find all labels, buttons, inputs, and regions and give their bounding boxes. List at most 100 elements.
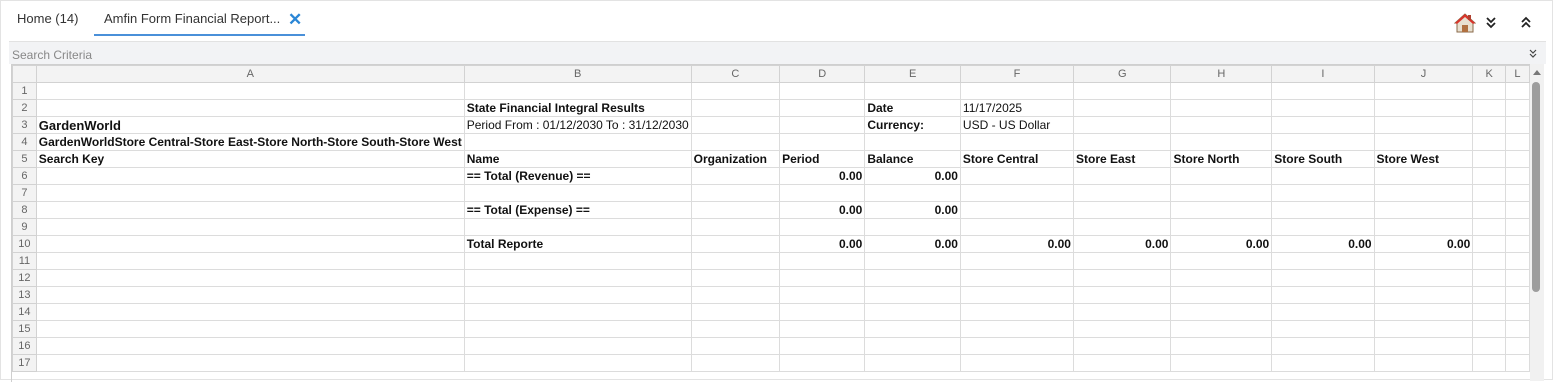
sheet-cell[interactable] <box>35 82 465 100</box>
sheet-cell[interactable] <box>1072 201 1172 219</box>
sheet-cell[interactable] <box>864 320 961 338</box>
sheet-cell[interactable]: 0.00 <box>1170 235 1273 253</box>
sheet-cell[interactable] <box>864 303 961 321</box>
sheet-cell[interactable] <box>1472 184 1506 202</box>
row-header[interactable]: 10 <box>12 235 37 253</box>
column-header[interactable]: D <box>779 65 866 83</box>
sheet-cell[interactable] <box>463 82 692 100</box>
chevrons-up-icon[interactable] <box>1519 12 1541 34</box>
sheet-cell[interactable] <box>1072 337 1172 355</box>
sheet-cell[interactable]: 0.00 <box>959 235 1074 253</box>
sheet-cell[interactable] <box>1072 99 1172 117</box>
sheet-cell[interactable]: Search Key <box>35 150 465 168</box>
sheet-cell[interactable] <box>1472 201 1506 219</box>
row-header[interactable]: 3 <box>12 116 37 134</box>
sheet-cell[interactable] <box>1271 320 1375 338</box>
sheet-cell[interactable]: Store North <box>1170 150 1273 168</box>
close-icon[interactable]: ✕ <box>288 11 302 28</box>
sheet-cell[interactable] <box>35 167 465 185</box>
sheet-cell[interactable] <box>1504 167 1530 185</box>
sheet-cell[interactable]: USD - US Dollar <box>959 116 1074 134</box>
sheet-cell[interactable] <box>1472 82 1506 100</box>
sheet-cell[interactable] <box>1170 218 1273 236</box>
row-header[interactable]: 1 <box>12 82 37 100</box>
sheet-cell[interactable] <box>690 99 781 117</box>
sheet-cell[interactable] <box>463 184 692 202</box>
sheet-cell[interactable] <box>1170 82 1273 100</box>
sheet-cell[interactable] <box>1504 116 1530 134</box>
sheet-cell[interactable] <box>1504 286 1530 304</box>
sheet-cell[interactable] <box>779 320 866 338</box>
sheet-cell[interactable] <box>1472 167 1506 185</box>
sheet-cell[interactable] <box>1170 303 1273 321</box>
row-header[interactable]: 14 <box>12 303 37 321</box>
sheet-cell[interactable] <box>1170 269 1273 287</box>
sheet-cell[interactable]: State Financial Integral Results <box>463 99 692 117</box>
sheet-cell[interactable]: == Total (Revenue) == <box>463 167 692 185</box>
sheet-cell[interactable] <box>779 337 866 355</box>
sheet-cell[interactable]: Balance <box>864 150 961 168</box>
sheet-cell[interactable] <box>779 252 866 270</box>
sheet-cell[interactable] <box>1504 320 1530 338</box>
column-header[interactable]: K <box>1472 65 1506 83</box>
sheet-cell[interactable] <box>1504 184 1530 202</box>
sheet-cell[interactable] <box>1271 184 1375 202</box>
sheet-cell[interactable] <box>690 337 781 355</box>
sheet-cell[interactable]: == Total (Expense) == <box>463 201 692 219</box>
sheet-cell[interactable] <box>1072 82 1172 100</box>
sheet-cell[interactable] <box>463 269 692 287</box>
spreadsheet-grid[interactable]: ABCDEFGHIJKL 1 2 State Financial Integral … <box>11 64 1530 382</box>
search-criteria-bar[interactable]: Search Criteria <box>9 41 1546 64</box>
sheet-cell[interactable] <box>1472 337 1506 355</box>
sheet-cell[interactable] <box>1472 116 1506 134</box>
sheet-cell[interactable]: 0.00 <box>864 167 961 185</box>
row-header[interactable]: 8 <box>12 201 37 219</box>
sheet-cell[interactable] <box>1271 82 1375 100</box>
sheet-cell[interactable] <box>959 303 1074 321</box>
sheet-cell[interactable] <box>1072 133 1172 151</box>
sheet-cell[interactable] <box>1504 269 1530 287</box>
sheet-cell[interactable]: 0.00 <box>864 235 961 253</box>
column-header[interactable]: H <box>1170 65 1273 83</box>
sheet-cell[interactable] <box>1170 252 1273 270</box>
sheet-cell[interactable]: 0.00 <box>1271 235 1375 253</box>
sheet-cell[interactable] <box>1472 133 1506 151</box>
row-header[interactable]: 7 <box>12 184 37 202</box>
sheet-cell[interactable] <box>864 252 961 270</box>
tab-home[interactable]: Home (14) <box>17 11 78 26</box>
sheet-cell[interactable] <box>1170 167 1273 185</box>
sheet-cell[interactable]: 0.00 <box>779 201 866 219</box>
sheet-cell[interactable] <box>779 286 866 304</box>
sheet-cell[interactable] <box>864 286 961 304</box>
sheet-cell[interactable] <box>864 337 961 355</box>
sheet-cell[interactable] <box>1271 201 1375 219</box>
sheet-cell[interactable]: 0.00 <box>779 167 866 185</box>
sheet-cell[interactable]: Period <box>779 150 866 168</box>
sheet-cell[interactable] <box>1373 184 1474 202</box>
sheet-cell[interactable]: Store South <box>1271 150 1375 168</box>
sheet-cell[interactable] <box>1504 82 1530 100</box>
chevrons-down-icon[interactable] <box>1484 12 1506 34</box>
sheet-cell[interactable]: Currency: <box>864 116 961 134</box>
sheet-cell[interactable] <box>1271 303 1375 321</box>
column-header[interactable]: C <box>690 65 781 83</box>
sheet-cell[interactable] <box>1170 116 1273 134</box>
sheet-cell[interactable] <box>690 269 781 287</box>
sheet-cell[interactable] <box>1373 167 1474 185</box>
sheet-cell[interactable] <box>959 133 1074 151</box>
sheet-cell[interactable] <box>1170 133 1273 151</box>
sheet-cell[interactable] <box>959 82 1074 100</box>
sheet-cell[interactable]: GardenWorldStore Central-Store East-Stor… <box>35 133 465 151</box>
sheet-cell[interactable] <box>959 320 1074 338</box>
sheet-cell[interactable] <box>1373 286 1474 304</box>
sheet-cell[interactable] <box>864 133 961 151</box>
sheet-cell[interactable] <box>1170 201 1273 219</box>
sheet-cell[interactable] <box>1472 235 1506 253</box>
column-header[interactable]: B <box>463 65 692 83</box>
sheet-cell[interactable]: 0.00 <box>864 201 961 219</box>
sheet-cell[interactable] <box>1271 337 1375 355</box>
sheet-cell[interactable] <box>1072 286 1172 304</box>
sheet-cell[interactable] <box>1271 252 1375 270</box>
sheet-cell[interactable] <box>1472 320 1506 338</box>
sheet-cell[interactable] <box>1271 354 1375 372</box>
